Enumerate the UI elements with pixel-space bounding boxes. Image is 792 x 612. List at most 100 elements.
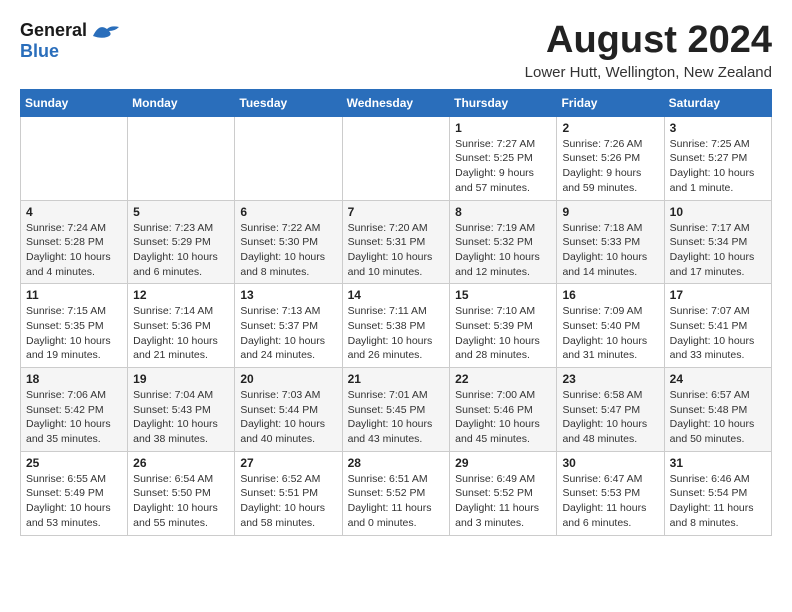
day-number: 28 [348,456,445,470]
day-number: 1 [455,121,551,135]
calendar-cell: 7Sunrise: 7:20 AM Sunset: 5:31 PM Daylig… [342,200,450,284]
weekday-header-sunday: Sunday [21,89,128,116]
calendar-cell [21,116,128,200]
title-area: August 2024 Lower Hutt, Wellington, New … [525,20,772,81]
calendar-week-5: 25 Sunrise: 6:55 AM Sunset: 5:49 PM Dayli… [21,451,772,535]
day-number: 15 [455,288,551,302]
calendar-cell: 17Sunrise: 7:07 AM Sunset: 5:41 PM Dayli… [664,284,771,368]
day-number: 10 [670,205,766,219]
calendar-week-3: 11Sunrise: 7:15 AM Sunset: 5:35 PM Dayli… [21,284,772,368]
calendar-cell: 21Sunrise: 7:01 AM Sunset: 5:45 PM Dayli… [342,368,450,452]
day-info: Sunrise: 7:22 AM Sunset: 5:30 PM Dayligh… [240,221,336,280]
day-number: 8 [455,205,551,219]
day-number: 5 [133,205,229,219]
location-title: Lower Hutt, Wellington, New Zealand [525,64,772,81]
calendar-cell: 12 Sunrise: 7:14 AM Sunset: 5:36 PM Dayli… [128,284,235,368]
logo: General Blue [20,20,123,62]
calendar-cell: 15 Sunrise: 7:10 AM Sunset: 5:39 PM Dayli… [450,284,557,368]
calendar-cell: 23 Sunrise: 6:58 AM Sunset: 5:47 PM Dayli… [557,368,664,452]
weekday-header-tuesday: Tuesday [235,89,342,116]
logo-blue-text: Blue [20,41,59,62]
day-info: Sunrise: 6:47 AM Sunset: 5:53 PM Dayligh… [562,472,658,531]
day-number: 3 [670,121,766,135]
day-number: 23 [562,372,658,386]
day-number: 6 [240,205,336,219]
calendar-cell: 27 Sunrise: 6:52 AM Sunset: 5:51 PM Dayli… [235,451,342,535]
calendar-cell [342,116,450,200]
day-number: 4 [26,205,122,219]
day-info: Sunrise: 6:49 AM Sunset: 5:52 PM Dayligh… [455,472,551,531]
calendar-cell: 8Sunrise: 7:19 AM Sunset: 5:32 PM Daylig… [450,200,557,284]
day-number: 9 [562,205,658,219]
logo-general-text: General [20,20,87,41]
weekday-header-thursday: Thursday [450,89,557,116]
weekday-header-friday: Friday [557,89,664,116]
calendar-week-2: 4 Sunrise: 7:24 AM Sunset: 5:28 PM Daylig… [21,200,772,284]
day-info: Sunrise: 7:18 AM Sunset: 5:33 PM Dayligh… [562,221,658,280]
day-number: 18 [26,372,122,386]
weekday-header-monday: Monday [128,89,235,116]
calendar-cell [235,116,342,200]
calendar-cell [128,116,235,200]
day-info: Sunrise: 7:27 AM Sunset: 5:25 PM Dayligh… [455,137,551,196]
day-number: 20 [240,372,336,386]
calendar-cell: 11Sunrise: 7:15 AM Sunset: 5:35 PM Dayli… [21,284,128,368]
calendar-cell: 4 Sunrise: 7:24 AM Sunset: 5:28 PM Daylig… [21,200,128,284]
calendar-cell: 22Sunrise: 7:00 AM Sunset: 5:46 PM Dayli… [450,368,557,452]
day-info: Sunrise: 7:11 AM Sunset: 5:38 PM Dayligh… [348,304,445,363]
day-info: Sunrise: 6:58 AM Sunset: 5:47 PM Dayligh… [562,388,658,447]
day-number: 21 [348,372,445,386]
day-number: 24 [670,372,766,386]
month-title: August 2024 [525,20,772,62]
day-number: 13 [240,288,336,302]
calendar-cell: 26 Sunrise: 6:54 AM Sunset: 5:50 PM Dayli… [128,451,235,535]
weekday-header-wednesday: Wednesday [342,89,450,116]
day-info: Sunrise: 7:24 AM Sunset: 5:28 PM Dayligh… [26,221,122,280]
calendar-cell: 24 Sunrise: 6:57 AM Sunset: 5:48 PM Dayli… [664,368,771,452]
day-info: Sunrise: 7:10 AM Sunset: 5:39 PM Dayligh… [455,304,551,363]
calendar-cell: 13 Sunrise: 7:13 AM Sunset: 5:37 PM Dayli… [235,284,342,368]
day-number: 16 [562,288,658,302]
calendar-cell: 6 Sunrise: 7:22 AM Sunset: 5:30 PM Daylig… [235,200,342,284]
day-info: Sunrise: 6:54 AM Sunset: 5:50 PM Dayligh… [133,472,229,531]
day-info: Sunrise: 7:13 AM Sunset: 5:37 PM Dayligh… [240,304,336,363]
calendar-cell: 18 Sunrise: 7:06 AM Sunset: 5:42 PM Dayli… [21,368,128,452]
day-info: Sunrise: 6:57 AM Sunset: 5:48 PM Dayligh… [670,388,766,447]
calendar-cell: 2Sunrise: 7:26 AM Sunset: 5:26 PM Daylig… [557,116,664,200]
day-number: 22 [455,372,551,386]
day-info: Sunrise: 7:20 AM Sunset: 5:31 PM Dayligh… [348,221,445,280]
calendar-cell: 3Sunrise: 7:25 AM Sunset: 5:27 PM Daylig… [664,116,771,200]
day-info: Sunrise: 7:23 AM Sunset: 5:29 PM Dayligh… [133,221,229,280]
day-info: Sunrise: 7:14 AM Sunset: 5:36 PM Dayligh… [133,304,229,363]
calendar-cell: 30Sunrise: 6:47 AM Sunset: 5:53 PM Dayli… [557,451,664,535]
header: General Blue August 2024 Lower Hutt, Wel… [20,20,772,81]
calendar-cell: 31 Sunrise: 6:46 AM Sunset: 5:54 PM Dayli… [664,451,771,535]
day-info: Sunrise: 7:15 AM Sunset: 5:35 PM Dayligh… [26,304,122,363]
calendar-cell: 25 Sunrise: 6:55 AM Sunset: 5:49 PM Dayli… [21,451,128,535]
calendar-cell: 28 Sunrise: 6:51 AM Sunset: 5:52 PM Dayli… [342,451,450,535]
day-number: 31 [670,456,766,470]
weekday-header-row: SundayMondayTuesdayWednesdayThursdayFrid… [21,89,772,116]
day-info: Sunrise: 6:46 AM Sunset: 5:54 PM Dayligh… [670,472,766,531]
calendar-cell: 20 Sunrise: 7:03 AM Sunset: 5:44 PM Dayli… [235,368,342,452]
day-info: Sunrise: 6:51 AM Sunset: 5:52 PM Dayligh… [348,472,445,531]
day-info: Sunrise: 7:06 AM Sunset: 5:42 PM Dayligh… [26,388,122,447]
day-number: 26 [133,456,229,470]
day-number: 29 [455,456,551,470]
day-number: 25 [26,456,122,470]
calendar-table: SundayMondayTuesdayWednesdayThursdayFrid… [20,89,772,536]
day-number: 27 [240,456,336,470]
calendar-cell: 1 Sunrise: 7:27 AM Sunset: 5:25 PM Daylig… [450,116,557,200]
calendar-cell: 16Sunrise: 7:09 AM Sunset: 5:40 PM Dayli… [557,284,664,368]
calendar-cell: 9 Sunrise: 7:18 AM Sunset: 5:33 PM Daylig… [557,200,664,284]
day-number: 2 [562,121,658,135]
day-info: Sunrise: 7:17 AM Sunset: 5:34 PM Dayligh… [670,221,766,280]
day-info: Sunrise: 6:55 AM Sunset: 5:49 PM Dayligh… [26,472,122,531]
logo-bird-icon [91,21,123,41]
calendar-cell: 14Sunrise: 7:11 AM Sunset: 5:38 PM Dayli… [342,284,450,368]
day-number: 12 [133,288,229,302]
day-info: Sunrise: 6:52 AM Sunset: 5:51 PM Dayligh… [240,472,336,531]
day-info: Sunrise: 7:04 AM Sunset: 5:43 PM Dayligh… [133,388,229,447]
calendar-cell: 19Sunrise: 7:04 AM Sunset: 5:43 PM Dayli… [128,368,235,452]
day-info: Sunrise: 7:03 AM Sunset: 5:44 PM Dayligh… [240,388,336,447]
